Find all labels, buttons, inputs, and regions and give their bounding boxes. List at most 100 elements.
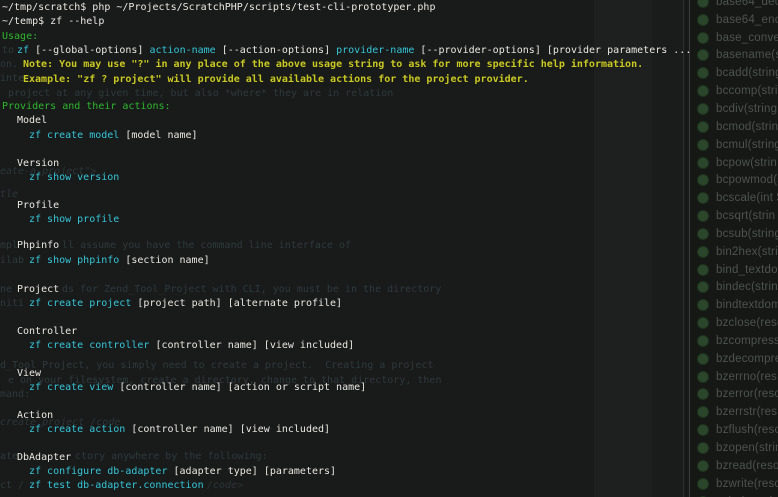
function-list-item[interactable]: bcscale(int $: [690, 189, 778, 207]
function-icon: [697, 246, 709, 258]
function-icon: [697, 174, 709, 186]
function-list-item[interactable]: bzerrstr(res: [690, 403, 778, 421]
function-list-item[interactable]: bzcompress: [690, 332, 778, 350]
terminal-window: toon.inteproject at any given time, but …: [0, 0, 778, 497]
terminal-text-plain: [project path] [alternate profile]: [131, 298, 342, 309]
function-list-item-label: bzerrno(res: [716, 371, 777, 383]
background-ghost-text: ds for Zend_Tool_Project with CLI, you m…: [62, 284, 441, 296]
function-list-item[interactable]: bzclose(reso: [690, 314, 778, 332]
terminal-text-header: Usage:: [2, 31, 38, 42]
function-list-item-label: bzflush(reso: [716, 424, 778, 436]
function-list-item[interactable]: bzerrno(res: [690, 368, 778, 386]
terminal-text-plain: [--global-options]: [29, 45, 149, 56]
function-list-item[interactable]: bcmod(strin: [690, 118, 778, 136]
function-list-item[interactable]: bcsub(string: [690, 225, 778, 243]
function-list-item[interactable]: base_conver: [690, 29, 778, 47]
background-ghost-text: niti: [0, 298, 24, 310]
terminal-text-cmd: zf show profile: [29, 214, 119, 225]
function-list-item[interactable]: bzflush(reso: [690, 421, 778, 439]
terminal-text-cmd: zf create model: [29, 130, 119, 141]
background-ghost-text: /code>: [207, 480, 243, 492]
function-list-item[interactable]: bzwrite(reso: [690, 475, 778, 493]
terminal-line: Project: [17, 284, 59, 296]
function-list: base64_dec base64_enco base_converbasename…: [690, 0, 778, 497]
terminal-line: zf test db-adapter.connection: [29, 480, 204, 492]
function-list-item-label: bzclose(reso: [716, 317, 778, 329]
function-list-item-label: base64_dec: [716, 0, 778, 8]
function-list-item[interactable]: bindec(strin: [690, 279, 778, 297]
function-list-item[interactable]: cal_days_in: [690, 493, 778, 497]
background-ghost-text: ne: [0, 284, 12, 296]
background-ghost-text: d_Tool_Project, you simply need to creat…: [0, 360, 433, 372]
function-icon: [697, 264, 709, 276]
function-list-item-label: base64_enco: [716, 14, 778, 26]
function-browser-panel: base64_dec base64_enco base_converbasename…: [690, 0, 778, 497]
terminal-output: toon.inteproject at any given time, but …: [0, 0, 778, 497]
function-list-item[interactable]: bcmul(string: [690, 136, 778, 154]
function-icon: [697, 192, 709, 204]
terminal-text-plain: [model name]: [119, 130, 197, 141]
function-list-item[interactable]: bcpow(strin: [690, 154, 778, 172]
terminal-text-plain: Model: [17, 115, 47, 126]
function-list-item[interactable]: base64_dec: [690, 0, 778, 11]
terminal-text-cmd: zf show phpinfo: [29, 255, 119, 266]
background-ghost-text: tle: [0, 189, 18, 201]
function-list-item[interactable]: bzdecompre: [690, 350, 778, 368]
terminal-line: ~/tmp/scratch$ php ~/Projects/ScratchPHP…: [2, 2, 435, 14]
function-icon: [697, 228, 709, 240]
function-icon: [697, 139, 709, 151]
function-list-item-label: bcpowmod(s: [716, 174, 778, 186]
terminal-line: zf create model [model name]: [29, 130, 198, 142]
function-list-item[interactable]: bcadd(string: [690, 64, 778, 82]
function-list-item[interactable]: bcdiv(string: [690, 100, 778, 118]
function-list-item[interactable]: bccomp(stri: [690, 82, 778, 100]
function-list-item[interactable]: bcsqrt(strin: [690, 207, 778, 225]
terminal-line: Model: [17, 115, 47, 127]
function-list-item-label: bindec(strin: [716, 281, 778, 293]
terminal-text-plain: Phpinfo: [17, 240, 59, 251]
terminal-text-cmd: provider-name: [336, 45, 414, 56]
function-list-item-label: bzread(reso: [716, 460, 778, 472]
terminal-line: Action: [17, 410, 53, 422]
terminal-text-cmd: zf create project: [29, 298, 131, 309]
terminal-line: zf show profile: [29, 214, 119, 226]
function-icon: [697, 67, 709, 79]
function-list-item-label: bindtextdom: [716, 299, 778, 311]
terminal-text-plain: Project: [17, 284, 59, 295]
terminal-line: View: [17, 368, 41, 380]
function-list-item[interactable]: bzread(reso: [690, 457, 778, 475]
terminal-line: Controller: [17, 326, 77, 338]
function-icon: [697, 210, 709, 222]
background-ghost-text: mpl: [0, 240, 18, 252]
terminal-text-plain: [controller name] [view included]: [125, 424, 330, 435]
function-list-item[interactable]: base64_enco: [690, 11, 778, 29]
terminal-text-note: Note: You may use "?" in any place of th…: [23, 59, 643, 70]
terminal-line: zf create view [controller name] [action…: [29, 382, 366, 394]
function-list-item[interactable]: bin2hex(stri: [690, 243, 778, 261]
function-icon: [697, 49, 709, 61]
function-list-item[interactable]: basename(st: [690, 47, 778, 65]
background-ghost-text: ll assume you have the command line inte…: [62, 240, 351, 252]
function-icon: [697, 281, 709, 293]
terminal-text-plain: DbAdapter: [17, 452, 71, 463]
terminal-text-plain: [section name]: [119, 255, 209, 266]
function-list-item-label: bin2hex(stri: [716, 246, 778, 258]
function-list-item[interactable]: bind_textdo: [690, 261, 778, 279]
terminal-line: Usage:: [2, 31, 38, 43]
background-ghost-text: ate: [0, 451, 18, 463]
function-icon: [697, 103, 709, 115]
function-list-item[interactable]: bcpowmod(s: [690, 171, 778, 189]
terminal-line: Providers and their actions:: [2, 101, 171, 113]
function-icon: [697, 442, 709, 454]
function-list-item-label: bcpow(strin: [716, 157, 777, 169]
function-list-item[interactable]: bindtextdom: [690, 296, 778, 314]
function-icon: [697, 157, 709, 169]
function-list-item[interactable]: bzerror(reso: [690, 386, 778, 404]
terminal-text-cmd: action-name: [149, 45, 215, 56]
terminal-line: DbAdapter: [17, 452, 71, 464]
terminal-text-plain: Controller: [17, 326, 77, 337]
function-list-item[interactable]: bzopen(strin: [690, 439, 778, 457]
function-list-item-label: bcsqrt(strin: [716, 210, 775, 222]
terminal-line: ~/temp$ zf --help: [2, 16, 104, 28]
terminal-text-plain: [controller name] [action or script name…: [113, 382, 366, 393]
